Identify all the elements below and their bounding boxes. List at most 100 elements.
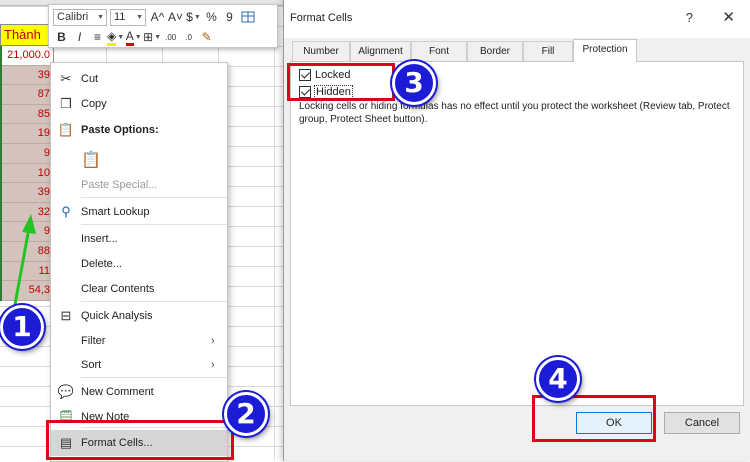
menu-item-paste-special[interactable]: Paste Special... [51, 173, 227, 197]
percent-button[interactable]: % [203, 8, 220, 26]
table-format-icon [241, 11, 254, 23]
menu-item-label: New Comment [81, 386, 154, 398]
menu-item-copy[interactable]: ❐ Copy [51, 92, 227, 116]
menu-item-label: Copy [81, 98, 107, 110]
tab-border[interactable]: Border [467, 41, 523, 61]
align-center-button[interactable]: ≡ [89, 28, 106, 46]
menu-item-label: Cut [81, 73, 99, 85]
format-painter-button[interactable]: ✎ [198, 28, 215, 46]
grow-font-button[interactable]: A^ [149, 8, 166, 26]
menu-separator [81, 224, 227, 225]
search-icon: ⚲ [61, 204, 71, 219]
menu-item-sort[interactable]: Sort › [51, 353, 227, 377]
value-cell[interactable]: 87 [2, 85, 54, 105]
currency-button[interactable]: $ ▼ [185, 8, 202, 26]
menu-item-quick-analysis[interactable]: ⊟ Quick Analysis [51, 304, 227, 328]
value-cell[interactable]: 19 [2, 124, 54, 144]
annotation-box-checkboxes [287, 63, 395, 101]
increase-decimal-icon: .00 [165, 32, 177, 42]
chevron-down-icon: ▼ [97, 13, 104, 21]
font-color-icon: A [125, 29, 134, 46]
paintbrush-icon: ✎ [201, 30, 212, 44]
paste-option-button[interactable]: 📋 [51, 145, 227, 175]
tab-number[interactable]: Number [292, 41, 350, 61]
tab-fill[interactable]: Fill [523, 41, 573, 61]
font-size-combo[interactable]: 11 ▼ [110, 8, 146, 26]
copy-icon: ❐ [60, 96, 72, 111]
dialog-titlebar[interactable]: Format Cells ? ✕ [284, 0, 750, 38]
shrink-font-button[interactable]: A˅ [167, 8, 184, 26]
protection-panel: Locked Hidden Locking cells or hiding fo… [290, 61, 744, 406]
menu-item-label: Filter [81, 335, 106, 347]
menu-item-delete[interactable]: Delete... [51, 252, 227, 276]
dialog-title: Format Cells [290, 12, 353, 24]
chevron-down-icon: ▼ [193, 13, 201, 21]
tab-alignment[interactable]: Alignment [350, 41, 411, 61]
tab-protection[interactable]: Protection [573, 39, 637, 62]
font-name-combo[interactable]: Calibri ▼ [53, 8, 107, 26]
scissors-icon: ✂ [60, 71, 72, 86]
align-center-icon: ≡ [93, 30, 101, 44]
value-cell[interactable]: 9 [2, 143, 54, 164]
context-menu: ✂ Cut ❐ Copy 📋 Paste Options: 📋 Paste Sp… [50, 62, 228, 462]
increase-decimal-button[interactable]: .00 [162, 28, 179, 46]
dialog-tabs: Number Alignment Font Border Fill Protec… [290, 39, 750, 62]
menu-item-clear-contents[interactable]: Clear Contents [51, 277, 227, 301]
header-cell[interactable]: Thành [0, 24, 52, 46]
comma-style-icon: 9 [226, 10, 233, 24]
chevron-down-icon: ▼ [134, 33, 142, 41]
comment-icon: 💬 [57, 384, 75, 399]
menu-item-cut[interactable]: ✂ Cut [51, 67, 227, 91]
tab-font[interactable]: Font [411, 41, 467, 61]
step-badge-2: 2 [224, 392, 268, 436]
annotation-box-format-cells [46, 420, 234, 460]
menu-separator [81, 301, 227, 302]
italic-button[interactable]: I [71, 28, 88, 46]
bold-icon: B [57, 30, 66, 44]
cancel-button[interactable]: Cancel [664, 412, 740, 434]
fill-color-button[interactable]: ◈ ▼ [107, 28, 124, 46]
value-cell[interactable]: 10 [2, 163, 54, 184]
step-badge-4: 4 [536, 357, 580, 401]
fill-bucket-icon: ◈ [107, 29, 117, 46]
menu-separator [81, 377, 227, 378]
menu-item-insert[interactable]: Insert... [51, 227, 227, 251]
menu-item-label: Clear Contents [81, 283, 155, 295]
chevron-right-icon: › [211, 359, 215, 371]
decrease-decimal-button[interactable]: .0 [180, 28, 197, 46]
font-size-value: 11 [114, 11, 126, 23]
help-icon[interactable]: ? [686, 10, 693, 25]
currency-icon: $ [186, 10, 193, 24]
chevron-down-icon: ▼ [154, 33, 162, 41]
menu-item-label: Delete... [81, 258, 122, 270]
value-cell[interactable]: 21,000.0 [2, 46, 54, 66]
value-cell[interactable]: 39 [2, 65, 54, 86]
clipboard-icon: 📋 [57, 122, 75, 137]
menu-separator [81, 197, 227, 198]
format-table-button[interactable] [239, 8, 256, 26]
value-cell[interactable]: 85 [2, 104, 54, 125]
step-badge-1: 1 [0, 305, 44, 349]
comma-style-button[interactable]: 9 [221, 8, 238, 26]
percent-icon: % [206, 10, 217, 24]
close-icon[interactable]: ✕ [722, 8, 735, 26]
menu-item-smart-lookup[interactable]: ⚲ Smart Lookup [51, 200, 227, 224]
quick-analysis-icon: ⊟ [60, 308, 72, 323]
paste-options-header: 📋 Paste Options: [51, 118, 227, 142]
protection-note: Locking cells or hiding formulas has no … [299, 101, 730, 125]
chevron-right-icon: › [211, 335, 215, 347]
font-name-value: Calibri [57, 11, 89, 23]
font-color-button[interactable]: A ▼ [125, 28, 142, 46]
menu-item-filter[interactable]: Filter › [51, 329, 227, 353]
menu-item-label: Smart Lookup [81, 206, 150, 218]
bold-button[interactable]: B [53, 28, 70, 46]
menu-item-new-comment[interactable]: 💬 New Comment [51, 380, 227, 404]
shrink-font-icon: A˅ [167, 10, 183, 24]
chevron-down-icon: ▼ [117, 33, 125, 41]
decrease-decimal-icon: .0 [185, 32, 192, 42]
menu-item-label: Quick Analysis [81, 310, 153, 322]
borders-button[interactable]: ⊞ ▼ [143, 28, 161, 46]
grow-font-icon: A^ [150, 10, 165, 24]
menu-item-label: Insert... [81, 233, 118, 245]
clipboard-paste-icon: 📋 [81, 152, 101, 169]
